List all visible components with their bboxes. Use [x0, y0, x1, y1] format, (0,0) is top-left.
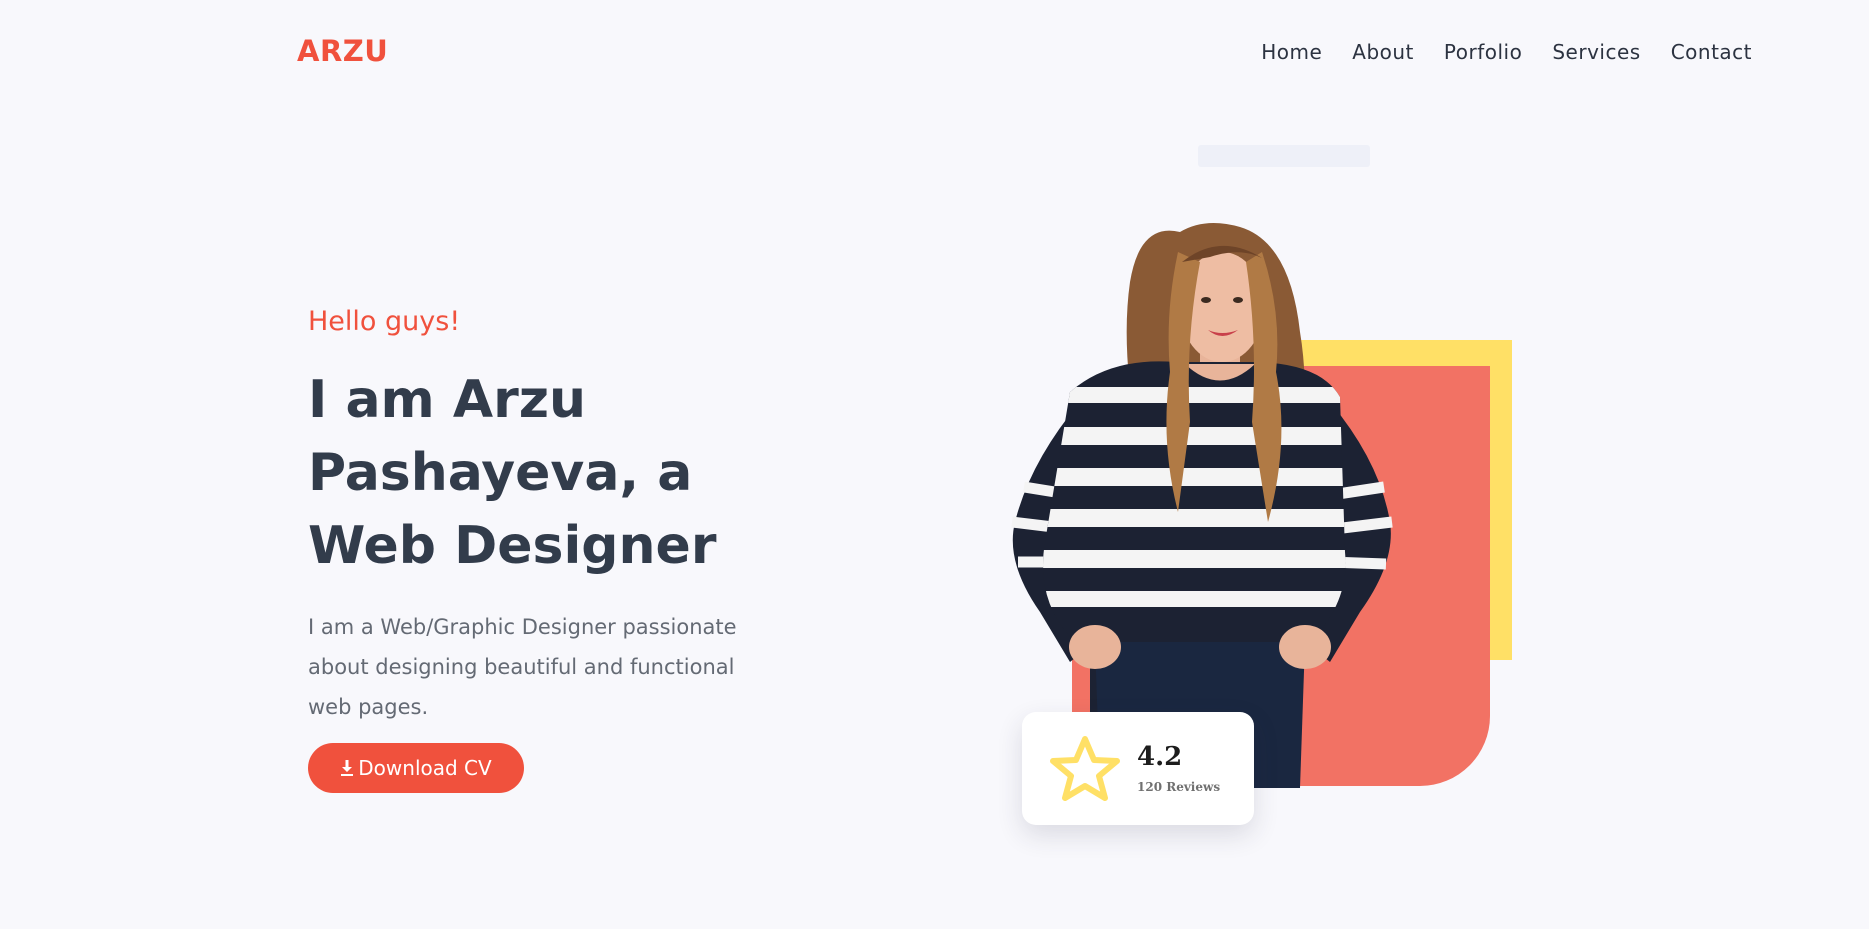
main-nav: Home About Porfolio Services Contact [1231, 40, 1752, 64]
hero-description: I am a Web/Graphic Designer passionate a… [308, 615, 737, 719]
hero-headline: I am Arzu Pashayeva, a Web Designer [308, 370, 717, 576]
logo[interactable]: ARZU [297, 34, 388, 68]
nav-home[interactable]: Home [1261, 40, 1322, 64]
nav-services[interactable]: Services [1552, 40, 1640, 64]
hero-greeting: Hello guys! [308, 306, 461, 337]
faded-badge [1198, 145, 1370, 167]
download-cv-button[interactable]: Download CV [308, 743, 524, 793]
page: ARZU Home About Porfolio Services Contac… [0, 0, 1869, 929]
download-cv-label: Download CV [358, 756, 492, 780]
portrait-photo [1011, 223, 1393, 788]
nav-portfolio[interactable]: Porfolio [1444, 40, 1522, 64]
rating-reviews: 120 Reviews [1137, 780, 1221, 794]
download-icon [341, 760, 354, 776]
rating-score: 4.2 [1137, 742, 1183, 772]
nav-contact[interactable]: Contact [1671, 40, 1752, 64]
rating-card: 4.2 120 Reviews [1022, 712, 1254, 825]
nav-about[interactable]: About [1352, 40, 1414, 64]
star-icon [1050, 736, 1120, 801]
